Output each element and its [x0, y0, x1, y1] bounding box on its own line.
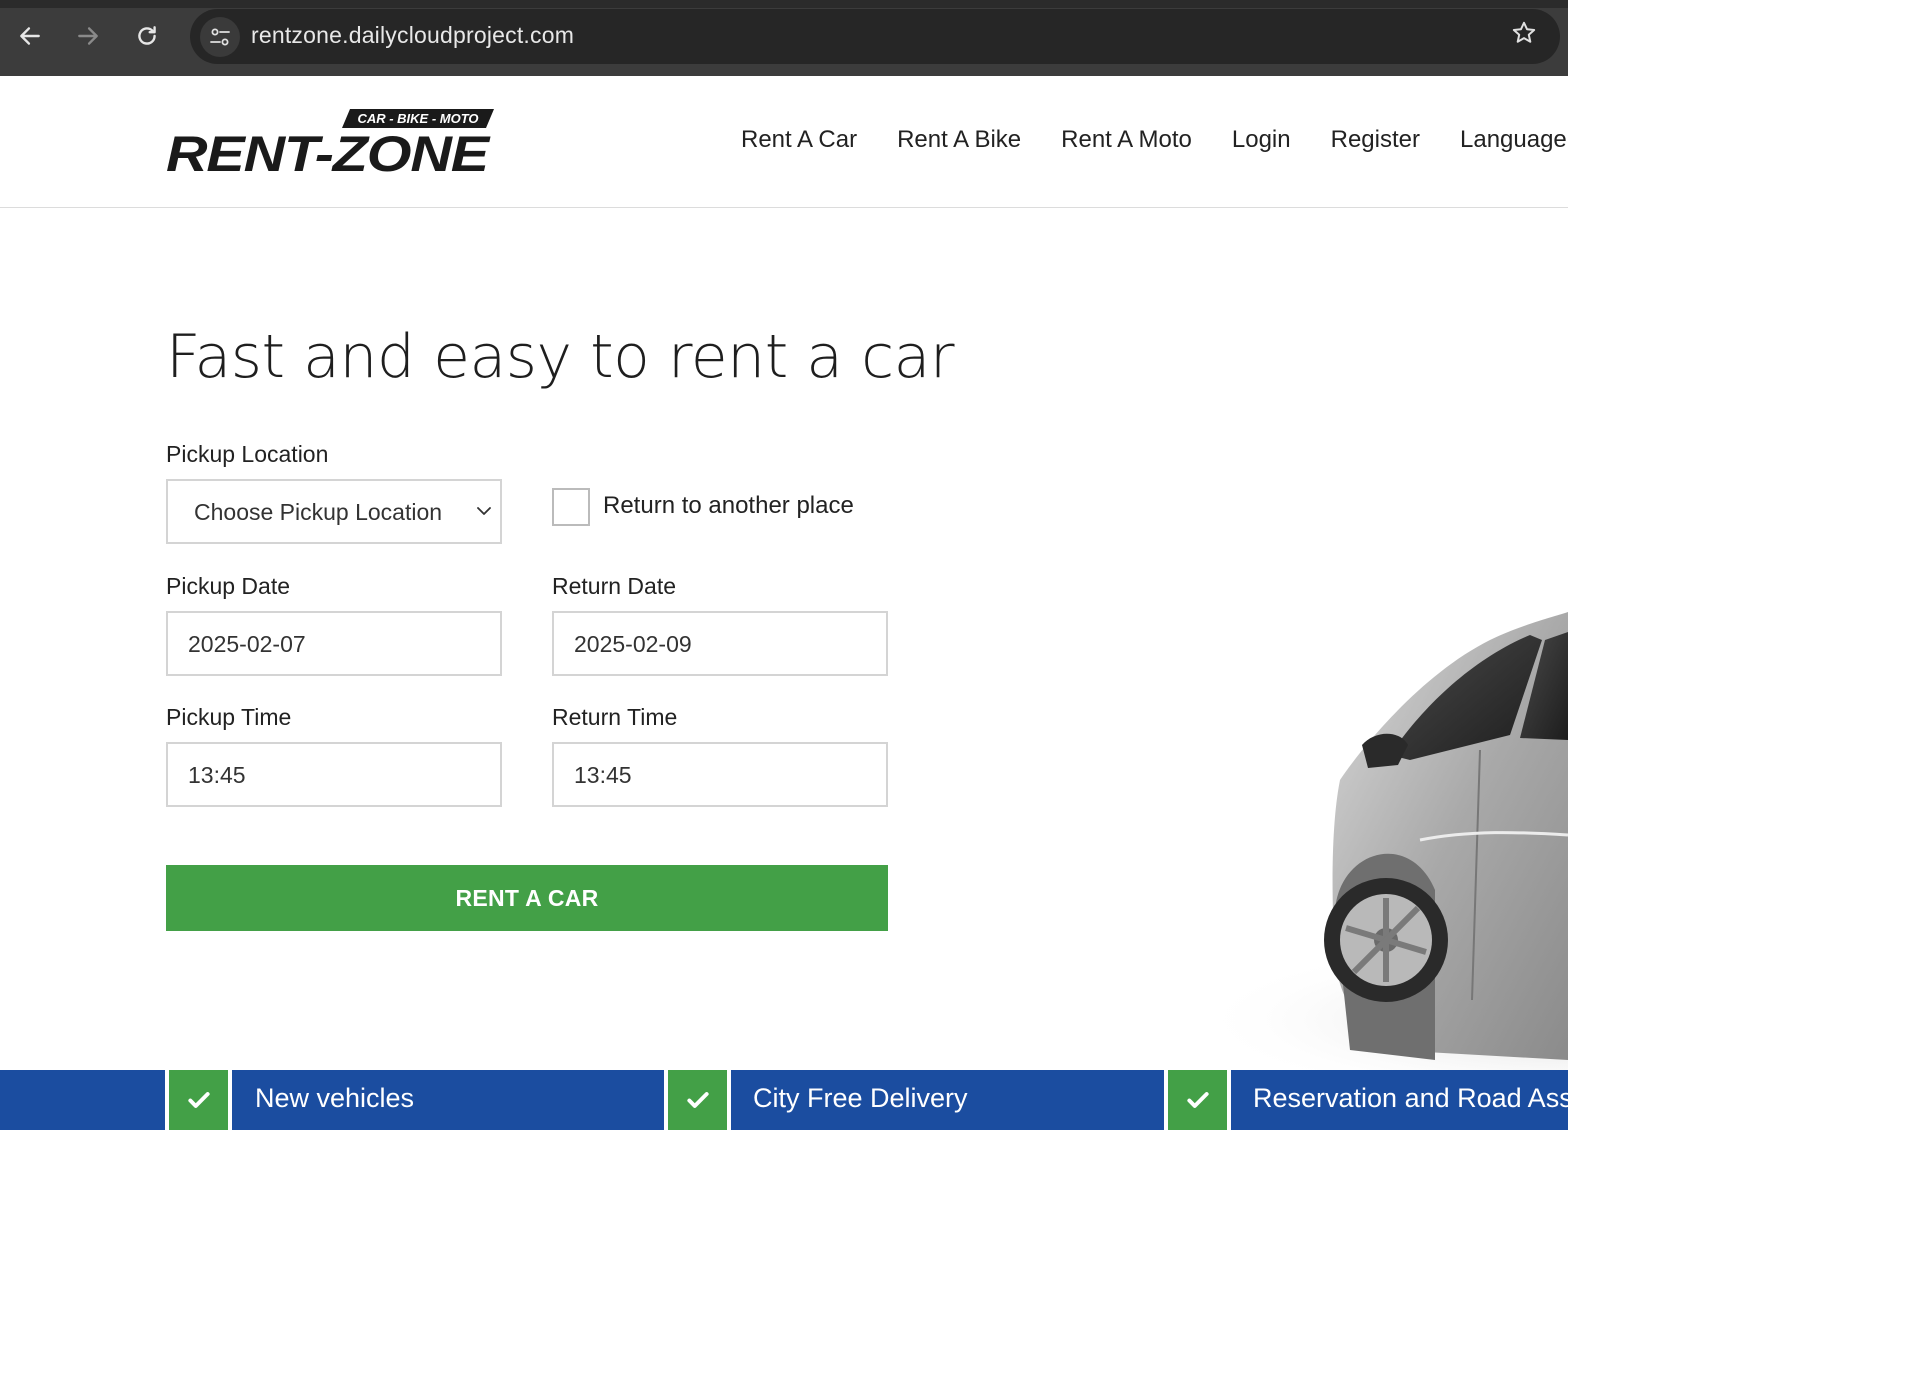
return-another-place-checkbox[interactable]: [552, 488, 590, 526]
svg-text:RENT-ZONE: RENT-ZONE: [166, 126, 491, 178]
features-strip: New vehicles City Free Delivery Reservat…: [0, 1070, 1568, 1130]
forward-button[interactable]: [70, 18, 106, 54]
reload-button[interactable]: [129, 18, 165, 54]
nav-register[interactable]: Register: [1331, 126, 1420, 154]
pickup-time-label: Pickup Time: [166, 704, 292, 730]
hero-title: Fast and easy to rent a car: [166, 322, 955, 392]
address-bar[interactable]: rentzone.dailycloudproject.com: [190, 9, 1560, 64]
arrow-left-icon: [20, 27, 40, 45]
feature-check-badge: [169, 1070, 228, 1130]
return-time-label: Return Time: [552, 704, 678, 730]
feature-label: New vehicles: [255, 1083, 415, 1113]
browser-toolbar: rentzone.dailycloudproject.com: [0, 0, 1568, 76]
pickup-location-value: Choose Pickup Location: [194, 499, 443, 525]
nav-rent-a-moto[interactable]: Rent A Moto: [1061, 126, 1192, 154]
feature-check-badge: [668, 1070, 727, 1130]
pickup-time-input[interactable]: 13:45: [166, 742, 502, 807]
pickup-location-select[interactable]: Choose Pickup Location: [166, 479, 502, 544]
feature-label: Reservation and Road Assis: [1253, 1083, 1568, 1113]
reload-icon: [138, 26, 156, 45]
pickup-date-input[interactable]: 2025-02-07: [166, 611, 502, 676]
tab-strip-edge: [0, 0, 1568, 8]
feature-check-badge: [1168, 1070, 1227, 1130]
return-time-input[interactable]: 13:45: [552, 742, 888, 807]
rent-a-car-button[interactable]: RENT A CAR: [166, 865, 888, 931]
check-icon: [187, 1092, 210, 1108]
rent-zone-logo[interactable]: CAR - BIKE - MOTO RENT-ZONE: [166, 108, 496, 182]
pickup-date-label: Pickup Date: [166, 573, 291, 599]
nav-rent-a-bike[interactable]: Rent A Bike: [897, 126, 1021, 154]
tune-icon: [210, 28, 230, 46]
site-info-button[interactable]: [200, 17, 240, 57]
nav-rent-a-car[interactable]: Rent A Car: [741, 126, 857, 154]
return-date-label: Return Date: [552, 573, 677, 599]
star-icon: [1512, 21, 1536, 43]
check-icon: [686, 1092, 709, 1108]
main-nav: Rent A Car Rent A Bike Rent A Moto Login…: [741, 126, 1568, 154]
svg-text:CAR - BIKE - MOTO: CAR - BIKE - MOTO: [357, 111, 478, 126]
site-header: CAR - BIKE - MOTO RENT-ZONE Rent A Car R…: [0, 76, 1568, 208]
feature-label: City Free Delivery: [753, 1083, 968, 1113]
feature-new-vehicles: New vehicles: [232, 1070, 664, 1130]
nav-login[interactable]: Login: [1232, 126, 1291, 154]
bookmark-button[interactable]: [1510, 19, 1538, 54]
return-date-input[interactable]: 2025-02-09: [552, 611, 888, 676]
check-icon: [1186, 1092, 1209, 1108]
page: rentzone.dailycloudproject.com CAR - BIK…: [0, 0, 1568, 1384]
arrow-right-icon: [78, 27, 98, 45]
features-left-filler: [0, 1070, 165, 1130]
nav-language-dropdown[interactable]: Language: [1460, 126, 1568, 154]
feature-reservation-road-assistance: Reservation and Road Assis: [1231, 1070, 1568, 1130]
return-another-place-label[interactable]: Return to another place: [603, 492, 854, 520]
car-image: [1130, 612, 1568, 1080]
feature-city-free-delivery: City Free Delivery: [731, 1070, 1164, 1130]
back-button[interactable]: [12, 18, 48, 54]
chevron-down-icon: [477, 507, 491, 515]
pickup-location-label: Pickup Location: [166, 441, 329, 467]
url-text[interactable]: rentzone.dailycloudproject.com: [251, 22, 574, 49]
nav-language-label: Language: [1460, 126, 1567, 153]
